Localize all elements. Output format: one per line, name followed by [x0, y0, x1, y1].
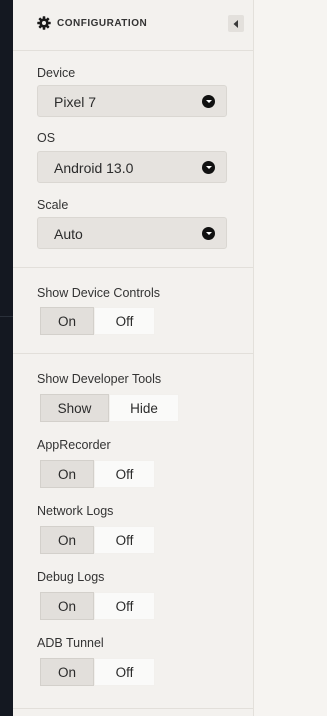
gear-icon: [37, 16, 51, 30]
chevron-down-icon: [202, 95, 215, 108]
device-select[interactable]: Pixel 7: [37, 85, 227, 117]
debug-logs-on-button[interactable]: On: [40, 592, 94, 620]
device-controls-toggle: On Off: [40, 307, 155, 337]
adb-tunnel-toggle: On Off: [40, 658, 155, 688]
chevron-down-icon: [202, 227, 215, 240]
divider: [13, 353, 253, 354]
debug-logs-off-button[interactable]: Off: [94, 592, 155, 620]
app-recorder-off-button[interactable]: Off: [94, 460, 155, 488]
scale-value: Auto: [54, 226, 83, 242]
debug-logs-toggle: On Off: [40, 592, 155, 622]
caret-left-icon: [233, 20, 238, 28]
network-logs-toggle: On Off: [40, 526, 155, 556]
collapse-panel-button[interactable]: [228, 15, 244, 32]
scale-select[interactable]: Auto: [37, 217, 227, 249]
app-recorder-toggle: On Off: [40, 460, 155, 490]
app-recorder-on-button[interactable]: On: [40, 460, 94, 488]
device-controls-label: Show Device Controls: [37, 286, 160, 300]
scale-label: Scale: [37, 198, 69, 212]
network-logs-label: Network Logs: [37, 504, 114, 518]
chevron-down-icon: [202, 161, 215, 174]
divider: [13, 50, 253, 51]
developer-tools-label: Show Developer Tools: [37, 372, 162, 386]
device-label: Device: [37, 66, 76, 80]
configuration-header: CONFIGURATION: [37, 14, 244, 34]
left-dark-strip: [0, 0, 13, 716]
developer-tools-hide-button[interactable]: Hide: [109, 394, 179, 422]
main-content-area: [254, 0, 327, 716]
adb-tunnel-off-button[interactable]: Off: [94, 658, 155, 686]
debug-logs-label: Debug Logs: [37, 570, 105, 584]
app-recorder-label: AppRecorder: [37, 438, 111, 452]
developer-tools-show-button[interactable]: Show: [40, 394, 109, 422]
divider: [13, 267, 253, 268]
device-value: Pixel 7: [54, 94, 97, 110]
device-controls-on-button[interactable]: On: [40, 307, 94, 335]
divider: [13, 708, 253, 709]
developer-tools-toggle: Show Hide: [40, 394, 179, 424]
panel-title: CONFIGURATION: [57, 18, 148, 29]
adb-tunnel-on-button[interactable]: On: [40, 658, 94, 686]
adb-tunnel-label: ADB Tunnel: [37, 636, 104, 650]
network-logs-on-button[interactable]: On: [40, 526, 94, 554]
network-logs-off-button[interactable]: Off: [94, 526, 155, 554]
os-label: OS: [37, 131, 56, 145]
os-value: Android 13.0: [54, 160, 134, 176]
device-controls-off-button[interactable]: Off: [94, 307, 155, 335]
os-select[interactable]: Android 13.0: [37, 151, 227, 183]
